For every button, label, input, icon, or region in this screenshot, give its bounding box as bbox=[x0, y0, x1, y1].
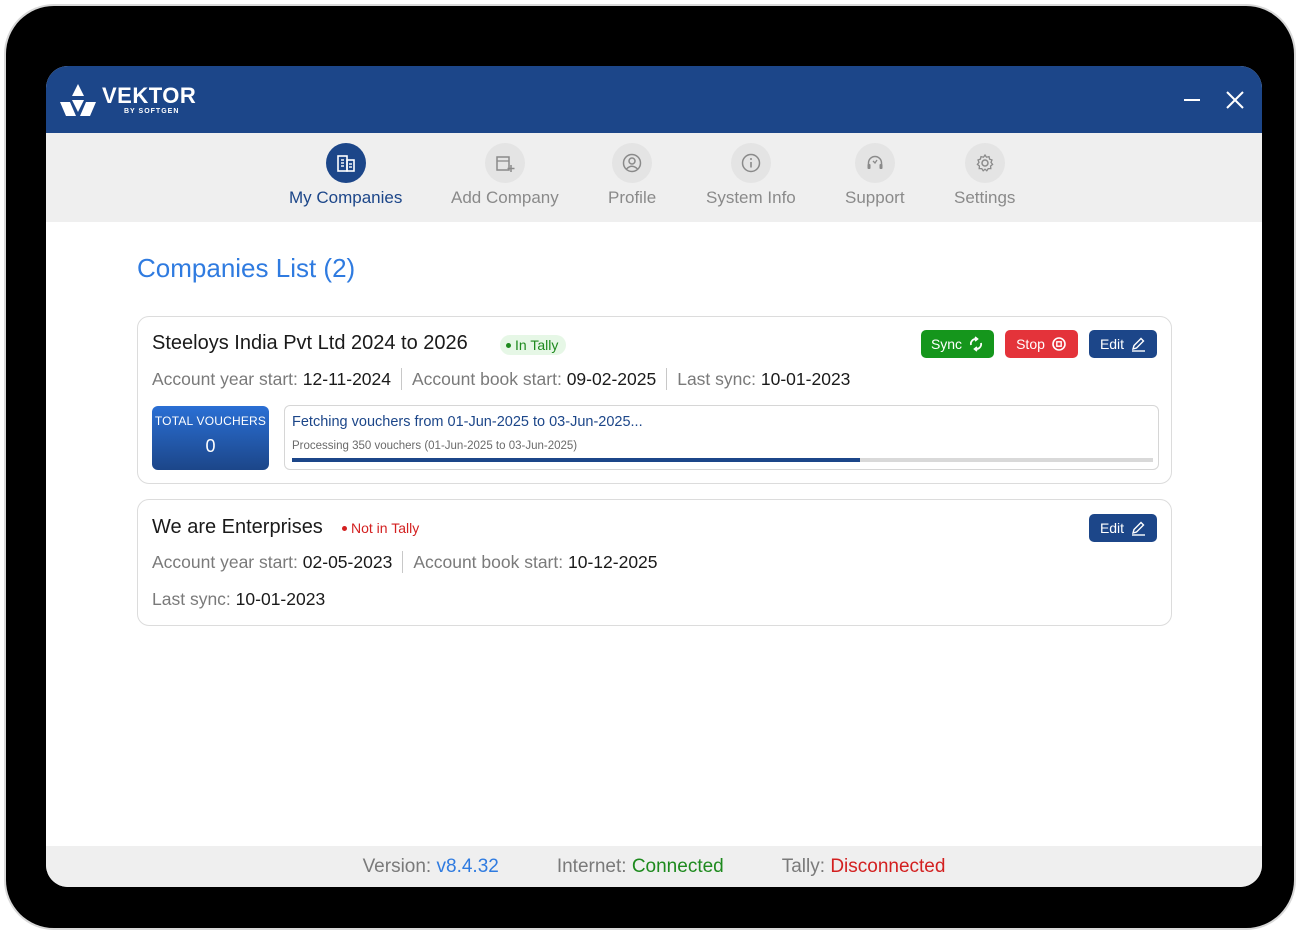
edit-button-label: Edit bbox=[1099, 336, 1125, 352]
app-window: VEKTOR BY SOFTGEN My Companies Add Compa… bbox=[46, 66, 1262, 887]
building-icon bbox=[325, 143, 366, 183]
sync-button[interactable]: Sync bbox=[921, 330, 994, 358]
close-button[interactable] bbox=[1223, 88, 1247, 112]
nav-label: Settings bbox=[954, 188, 1016, 207]
nav-my-companies[interactable]: My Companies bbox=[289, 143, 402, 208]
last-sync-value: 10-01-2023 bbox=[760, 368, 851, 389]
last-sync-label: Last sync: bbox=[677, 368, 757, 389]
edit-button[interactable]: Edit bbox=[1089, 514, 1157, 542]
nav-label: Support bbox=[845, 188, 905, 207]
company-meta-row: Last sync: 10-01-2023 bbox=[152, 589, 325, 610]
last-sync-value: 10-01-2023 bbox=[235, 589, 326, 609]
version-status: Version: v8.4.32 bbox=[363, 856, 499, 878]
company-name: We are Enterprises bbox=[152, 516, 323, 538]
minimize-button[interactable] bbox=[1180, 88, 1204, 112]
last-sync-label: Last sync: bbox=[152, 589, 231, 609]
pencil-icon bbox=[1132, 521, 1146, 536]
info-icon bbox=[730, 143, 771, 183]
nav-support[interactable]: Support bbox=[845, 143, 905, 208]
device-frame: VEKTOR BY SOFTGEN My Companies Add Compa… bbox=[6, 6, 1294, 928]
account-year-value: 02-05-2023 bbox=[302, 551, 393, 572]
company-meta-row: Account year start: 12-11-2024 Account b… bbox=[152, 368, 850, 390]
status-dot-icon bbox=[342, 525, 347, 531]
internet-value: Connected bbox=[631, 855, 724, 877]
minimize-icon bbox=[1184, 99, 1200, 101]
title-bar: VEKTOR BY SOFTGEN bbox=[46, 66, 1262, 133]
internet-status: Internet: Connected bbox=[557, 856, 724, 878]
status-text: Not in Tally bbox=[351, 520, 420, 536]
company-card: Steeloys India Pvt Ltd 2024 to 2026 In T… bbox=[137, 316, 1172, 484]
account-year-label: Account year start: bbox=[152, 368, 298, 389]
nav-system-info[interactable]: System Info bbox=[706, 143, 796, 208]
nav-label: Profile bbox=[608, 188, 657, 207]
book-start-value: 10-12-2025 bbox=[568, 551, 658, 572]
vektor-logo-icon bbox=[60, 84, 96, 116]
main-nav: My Companies Add Company Profile System … bbox=[46, 133, 1262, 222]
book-start-value: 09-02-2025 bbox=[566, 368, 657, 389]
tally-label: Tally: bbox=[781, 855, 826, 877]
status-bar: Version: v8.4.32 Internet: Connected Tal… bbox=[46, 846, 1262, 887]
total-vouchers-box: TOTAL VOUCHERS 0 bbox=[152, 406, 269, 470]
edit-button[interactable]: Edit bbox=[1089, 330, 1157, 358]
status-text: In Tally bbox=[515, 337, 559, 353]
logo-subtitle: BY SOFTGEN bbox=[124, 107, 180, 115]
sync-button-label: Sync bbox=[930, 336, 963, 352]
gear-icon bbox=[964, 143, 1005, 183]
sync-progress-box: Fetching vouchers from 01-Jun-2025 to 03… bbox=[284, 405, 1159, 470]
nav-label: Add Company bbox=[451, 188, 559, 207]
stop-button-label: Stop bbox=[1016, 336, 1045, 352]
add-building-icon bbox=[484, 143, 525, 183]
account-year-value: 12-11-2024 bbox=[302, 368, 391, 389]
version-value: v8.4.32 bbox=[436, 855, 499, 877]
divider bbox=[401, 368, 402, 390]
version-label: Version: bbox=[362, 855, 432, 877]
pencil-icon bbox=[1132, 337, 1146, 352]
account-book-start: Account book start: 09-02-2025 bbox=[412, 369, 656, 390]
status-badge: In Tally bbox=[500, 335, 567, 355]
internet-label: Internet: bbox=[556, 855, 627, 877]
nav-settings[interactable]: Settings bbox=[954, 143, 1015, 208]
divider bbox=[402, 551, 404, 573]
status-badge: Not in Tally bbox=[336, 518, 427, 538]
account-book-start: Account book start: 10-12-2025 bbox=[413, 552, 657, 573]
divider bbox=[666, 368, 668, 390]
progress-title: Fetching vouchers from 01-Jun-2025 to 03… bbox=[292, 414, 643, 430]
total-vouchers-count: 0 bbox=[205, 436, 216, 456]
tally-value: Disconnected bbox=[830, 855, 946, 877]
status-dot-icon bbox=[506, 342, 511, 348]
company-name: Steeloys India Pvt Ltd 2024 to 2026 bbox=[152, 332, 468, 354]
company-card: We are Enterprises Not in Tally Edit Acc… bbox=[137, 499, 1172, 626]
nav-add-company[interactable]: Add Company bbox=[451, 143, 559, 208]
user-circle-icon bbox=[612, 143, 653, 183]
total-vouchers-label: TOTAL VOUCHERS bbox=[154, 414, 267, 428]
nav-label: System Info bbox=[706, 188, 796, 207]
stop-button[interactable]: Stop bbox=[1005, 330, 1078, 358]
logo-name: VEKTOR bbox=[102, 82, 197, 108]
account-year-label: Account year start: bbox=[152, 551, 298, 572]
company-meta-row: Account year start: 02-05-2023 Account b… bbox=[152, 551, 658, 573]
stop-icon bbox=[1052, 337, 1066, 351]
progress-bar-fill bbox=[292, 458, 861, 462]
close-icon bbox=[1226, 91, 1244, 109]
progress-bar bbox=[292, 458, 1153, 462]
progress-subtitle: Processing 350 vouchers (01-Jun-2025 to … bbox=[292, 440, 578, 452]
last-sync: Last sync: 10-01-2023 bbox=[152, 589, 325, 610]
sync-icon bbox=[970, 336, 983, 352]
account-year-start: Account year start: 12-11-2024 bbox=[152, 369, 391, 390]
nav-profile[interactable]: Profile bbox=[608, 143, 656, 208]
nav-label: My Companies bbox=[289, 188, 403, 207]
book-start-label: Account book start: bbox=[412, 368, 562, 389]
edit-button-label: Edit bbox=[1099, 520, 1125, 536]
account-year-start: Account year start: 02-05-2023 bbox=[152, 552, 392, 573]
headset-icon bbox=[854, 143, 895, 183]
app-logo: VEKTOR BY SOFTGEN bbox=[58, 80, 196, 120]
tally-status: Tally: Disconnected bbox=[782, 856, 946, 878]
page-title: Companies List (2) bbox=[137, 253, 356, 283]
book-start-label: Account book start: bbox=[413, 551, 564, 572]
last-sync: Last sync: 10-01-2023 bbox=[677, 369, 850, 390]
